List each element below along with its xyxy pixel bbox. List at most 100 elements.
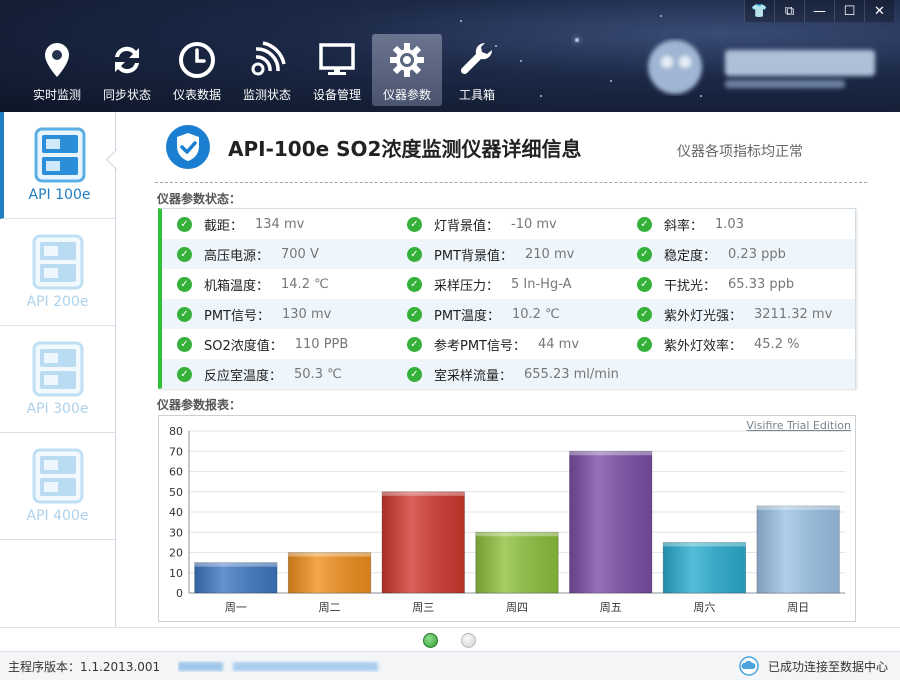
bar-chart: 0 10 20 30 40 50 60 70 80 周一 周二 周三 周四 周五 周六 周日 Visifir… xyxy=(158,415,856,622)
y-tick-label: 70 xyxy=(169,445,183,458)
params-section-label: 仪器参数状态： xyxy=(157,192,242,206)
minimize-icon[interactable]: — xyxy=(804,0,834,22)
param-cell: ✓ 紫外灯效率： 45.2 % xyxy=(622,335,852,354)
device-sidebar: API 100e API 200e API 300e API 400e xyxy=(0,112,116,627)
wrench-icon xyxy=(460,42,493,75)
sync-icon xyxy=(115,46,139,74)
y-tick-label: 30 xyxy=(169,526,183,539)
check-icon: ✓ xyxy=(177,336,192,352)
check-icon: ✓ xyxy=(407,216,422,232)
device-icon xyxy=(32,448,83,504)
check-icon: ✓ xyxy=(407,336,422,352)
sidebar-item-api-400e[interactable]: API 400e xyxy=(0,433,115,540)
check-icon: ✓ xyxy=(177,276,192,292)
blurred-info xyxy=(178,662,379,671)
param-cell: ✓ 稳定度： 0.23 ppb xyxy=(622,245,852,264)
param-cell: ✓ 采样压力： 5 In-Hg-A xyxy=(392,275,622,294)
x-tick-label: 周六 xyxy=(693,601,715,614)
cloud-icon xyxy=(739,656,759,676)
check-icon: ✓ xyxy=(177,366,192,382)
y-tick-label: 40 xyxy=(169,506,183,519)
nav-device-management[interactable]: 设备管理 xyxy=(302,34,372,106)
bar-gloss xyxy=(194,562,278,593)
param-cell: ✓ 灯背景值： -10 mv xyxy=(392,215,622,234)
brand-logo xyxy=(648,40,875,94)
check-icon: ✓ xyxy=(177,306,192,322)
nav-monitor-status[interactable]: 监测状态 xyxy=(232,34,302,106)
page-indicator xyxy=(0,627,900,651)
status-bar: 主程序版本：1.1.2013.001 已成功连接至数据中心 xyxy=(0,651,900,680)
bar-cap xyxy=(194,562,278,567)
divider xyxy=(155,182,867,183)
y-tick-label: 20 xyxy=(169,547,183,560)
bar-gloss xyxy=(382,491,465,593)
x-tick-label: 周二 xyxy=(319,601,341,614)
maximize-icon[interactable]: ☐ xyxy=(834,0,864,22)
y-tick-label: 80 xyxy=(169,425,183,438)
nav-realtime-monitor[interactable]: 实时监测 xyxy=(22,34,92,106)
nav-sync-status[interactable]: 同步状态 xyxy=(92,34,162,106)
check-icon: ✓ xyxy=(407,366,422,382)
param-cell: ✓ PMT温度： 10.2 ℃ xyxy=(392,305,622,324)
param-cell: ✓ PMT背景值： 210 mv xyxy=(392,245,622,264)
x-tick-label: 周日 xyxy=(787,601,809,614)
close-icon[interactable]: ✕ xyxy=(864,0,894,22)
bar-gloss xyxy=(756,505,840,593)
nav-instrument-params[interactable]: 仪器参数 xyxy=(372,34,442,106)
x-tick-label: 周四 xyxy=(506,601,528,614)
connection-status: 已成功连接至数据中心 xyxy=(767,659,888,674)
param-row: ✓ 反应室温度： 50.3 ℃ ✓ 室采样流量： 655.23 ml/min xyxy=(162,359,855,389)
check-icon: ✓ xyxy=(637,246,652,262)
bar-cap xyxy=(663,542,746,547)
restore-icon[interactable]: ⧉ xyxy=(774,0,804,22)
check-icon: ✓ xyxy=(637,216,652,232)
y-tick-label: 0 xyxy=(176,587,183,600)
monitor-icon xyxy=(319,43,355,75)
device-icon xyxy=(34,127,85,183)
signal-icon xyxy=(251,41,286,76)
check-icon: ✓ xyxy=(177,246,192,262)
param-cell: ✓ PMT信号： 130 mv xyxy=(162,305,392,324)
x-tick-label: 周三 xyxy=(412,601,434,614)
bar-cap xyxy=(569,451,652,456)
param-cell: ✓ 参考PMT信号： 44 mv xyxy=(392,335,622,354)
param-cell: ✓ 反应室温度： 50.3 ℃ xyxy=(162,365,392,384)
location-pin-icon xyxy=(45,43,69,77)
bar-gloss xyxy=(569,451,652,593)
bar-cap xyxy=(756,505,840,510)
gear-icon xyxy=(390,43,424,77)
main-nav: 实时监测 同步状态 仪表数据 监测状态 设备管理 仪器参数 工具箱 xyxy=(22,34,512,106)
shirt-icon[interactable]: 👕 xyxy=(744,0,774,22)
sidebar-item-api-100e[interactable]: API 100e xyxy=(0,112,115,219)
shield-check-icon xyxy=(166,125,210,169)
bar-cap xyxy=(288,552,371,557)
param-cell: ✓ 干扰光： 65.33 ppb xyxy=(622,275,852,294)
param-cell: ✓ 机箱温度： 14.2 ℃ xyxy=(162,275,392,294)
sidebar-item-api-200e[interactable]: API 200e xyxy=(0,219,115,326)
x-tick-label: 周五 xyxy=(600,601,622,614)
param-cell: ✓ 高压电源： 700 V xyxy=(162,245,392,264)
device-icon xyxy=(32,341,83,397)
bar-gloss xyxy=(475,532,559,593)
check-icon: ✓ xyxy=(637,306,652,322)
y-tick-label: 10 xyxy=(169,567,183,580)
param-row: ✓ 截距： 134 mv ✓ 灯背景值： -10 mv ✓ 斜率： 1.03 xyxy=(162,209,855,239)
clock-icon xyxy=(179,42,215,78)
detail-panel: API-100e SO2浓度监测仪器详细信息 仪器各项指标均正常 仪器参数状态：… xyxy=(117,112,900,627)
param-cell: ✓ 截距： 134 mv xyxy=(162,215,392,234)
param-cell: ✓ 斜率： 1.03 xyxy=(622,215,852,234)
check-icon: ✓ xyxy=(177,216,192,232)
param-row: ✓ SO2浓度值： 110 PPB ✓ 参考PMT信号： 44 mv ✓ 紫外灯效率： 45… xyxy=(162,329,855,359)
check-icon: ✓ xyxy=(407,276,422,292)
param-row: ✓ 高压电源： 700 V ✓ PMT背景值： 210 mv ✓ 稳定度： 0.23 ppb xyxy=(162,239,855,269)
window-controls: 👕 ⧉ — ☐ ✕ xyxy=(744,0,894,22)
nav-toolbox[interactable]: 工具箱 xyxy=(442,34,512,106)
sidebar-item-api-300e[interactable]: API 300e xyxy=(0,326,115,433)
page-dot-1[interactable] xyxy=(423,633,438,648)
check-icon: ✓ xyxy=(407,306,422,322)
param-row: ✓ 机箱温度： 14.2 ℃ ✓ 采样压力： 5 In-Hg-A ✓ 干扰光： 65.33 … xyxy=(162,269,855,299)
page-dot-2[interactable] xyxy=(461,633,476,648)
check-icon: ✓ xyxy=(637,276,652,292)
nav-meter-data[interactable]: 仪表数据 xyxy=(162,34,232,106)
bar-gloss xyxy=(663,542,746,593)
